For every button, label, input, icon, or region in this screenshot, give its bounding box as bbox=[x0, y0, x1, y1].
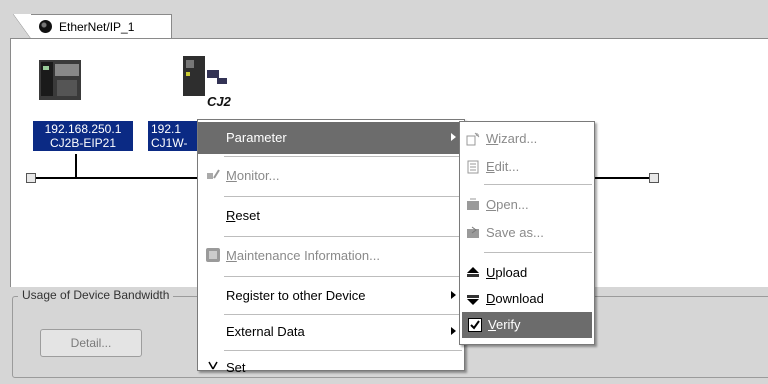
submenu-item-edit[interactable]: Edit... bbox=[460, 154, 594, 180]
device-1[interactable] bbox=[37, 54, 83, 107]
submenu-item-label: Edit... bbox=[486, 159, 520, 174]
submenu-item-wizard[interactable]: Wizard... bbox=[460, 126, 594, 152]
menu-item-reset[interactable]: Reset bbox=[198, 200, 464, 232]
monitor-icon bbox=[207, 169, 220, 179]
device-1-drop bbox=[75, 154, 77, 178]
submenu-arrow-icon bbox=[451, 291, 456, 299]
device-1-model: CJ2B-EIP21 bbox=[49, 136, 117, 150]
scissors-icon bbox=[208, 361, 218, 370]
submenu-item-label: Download bbox=[486, 291, 544, 306]
tab-strip: EtherNet/IP_1 bbox=[0, 0, 768, 39]
bus-end-right[interactable] bbox=[649, 173, 659, 183]
device-1-ip: 192.168.250.1 bbox=[44, 122, 122, 136]
context-menu: Parameter Monitor... Reset Maintenance I… bbox=[197, 119, 465, 375]
menu-separator bbox=[224, 350, 462, 351]
check-icon bbox=[468, 318, 482, 332]
menu-item-label: External Data bbox=[226, 324, 305, 339]
tab-ethernet-ip[interactable]: EtherNet/IP_1 bbox=[13, 14, 172, 39]
wizard-icon bbox=[466, 132, 480, 146]
cj2-unit-icon: CJ2 bbox=[183, 56, 232, 109]
download-icon bbox=[467, 295, 479, 305]
submenu-item-open[interactable]: Open... bbox=[460, 192, 594, 218]
submenu-separator bbox=[484, 252, 592, 253]
menu-item-external-data[interactable]: External Data bbox=[198, 316, 464, 348]
submenu-arrow-icon bbox=[451, 327, 456, 335]
menu-item-label: Set bbox=[226, 360, 246, 375]
tab-label: EtherNet/IP_1 bbox=[59, 20, 135, 34]
menu-item-label: Monitor... bbox=[226, 168, 280, 183]
submenu-item-save-as[interactable]: Save as... bbox=[460, 220, 594, 246]
menu-separator bbox=[224, 236, 462, 237]
menu-separator bbox=[224, 156, 462, 157]
submenu-item-label: Upload bbox=[486, 265, 528, 280]
menu-item-label: Parameter bbox=[226, 130, 287, 145]
submenu-item-label: Open... bbox=[486, 197, 529, 212]
menu-separator bbox=[224, 196, 462, 197]
save-icon bbox=[467, 226, 479, 238]
usage-title: Usage of Device Bandwidth bbox=[18, 288, 174, 302]
submenu-item-download[interactable]: Download bbox=[460, 286, 594, 312]
edit-icon bbox=[467, 160, 479, 174]
device-1-label[interactable]: 192.168.250.1 CJ2B-EIP21 bbox=[33, 121, 133, 151]
bus-end-left[interactable] bbox=[26, 173, 36, 183]
submenu-arrow-icon bbox=[451, 133, 456, 141]
submenu-item-label: Wizard... bbox=[486, 131, 538, 146]
menu-item-label: Register to other Device bbox=[226, 288, 366, 303]
menu-separator bbox=[224, 314, 462, 315]
submenu-item-upload[interactable]: Upload bbox=[460, 260, 594, 286]
parameter-submenu: Wizard... Edit... Open... Save as... Upl… bbox=[459, 121, 595, 345]
submenu-item-label: Save as... bbox=[486, 225, 544, 240]
bus-line bbox=[36, 177, 211, 179]
menu-item-register[interactable]: Register to other Device bbox=[198, 280, 464, 312]
menu-item-label: Maintenance Information... bbox=[226, 248, 380, 263]
network-globe-icon bbox=[39, 20, 52, 33]
device-2[interactable]: CJ2 bbox=[177, 54, 233, 113]
submenu-item-verify[interactable]: Verify bbox=[462, 312, 592, 338]
upload-icon bbox=[467, 267, 479, 277]
device-2-badge: CJ2 bbox=[207, 94, 232, 109]
menu-item-set[interactable]: Set bbox=[198, 352, 464, 384]
detail-button[interactable]: Detail... bbox=[40, 329, 142, 357]
menu-item-maintenance[interactable]: Maintenance Information... bbox=[198, 240, 464, 272]
plc-icon bbox=[39, 60, 81, 100]
menu-item-label: Reset bbox=[226, 208, 260, 223]
menu-item-monitor[interactable]: Monitor... bbox=[198, 160, 464, 192]
submenu-item-label: Verify bbox=[488, 317, 521, 332]
bus-line-right bbox=[595, 177, 651, 179]
submenu-separator bbox=[484, 184, 592, 185]
open-icon bbox=[467, 198, 479, 210]
maintenance-icon bbox=[206, 248, 220, 262]
menu-separator bbox=[224, 276, 462, 277]
menu-item-parameter[interactable]: Parameter bbox=[198, 122, 464, 154]
